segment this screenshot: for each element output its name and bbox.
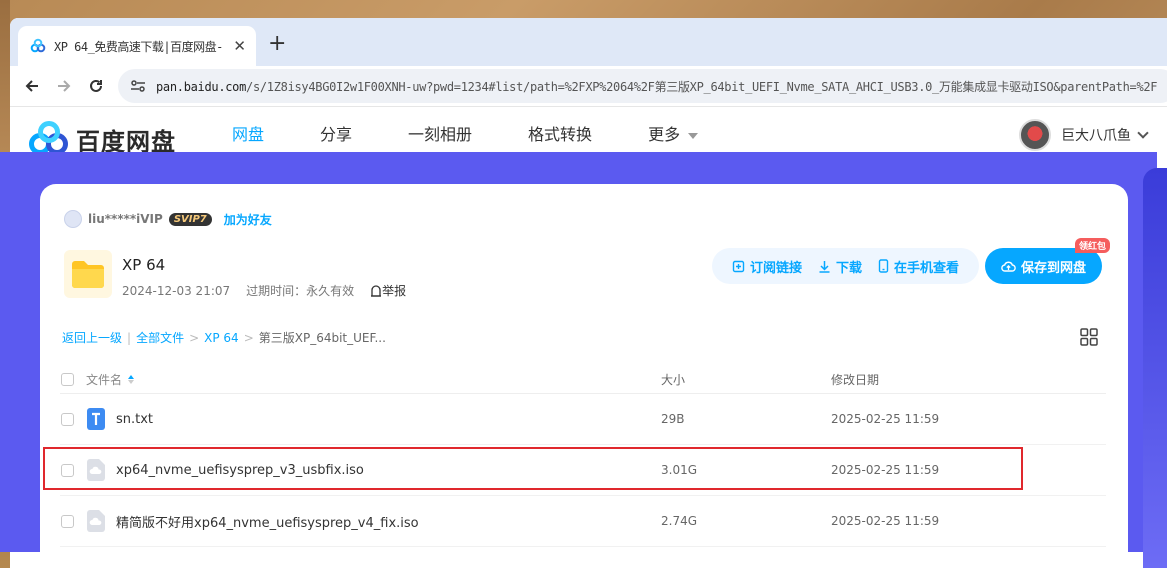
sharer-avatar: [64, 210, 82, 228]
share-actions: 订阅链接 下载 在手机查看 保存到网盘 领红包: [711, 238, 1110, 284]
breadcrumb: 返回上一级 | 全部文件 > XP 64 > 第三版XP_64bit_UEF..…: [62, 329, 386, 346]
breadcrumb-back[interactable]: 返回上一级: [62, 329, 122, 346]
table-row[interactable]: sn.txt 29B 2025-02-25 11:59: [60, 394, 1106, 445]
report-link[interactable]: 举报: [370, 282, 422, 299]
download-button[interactable]: 下载: [818, 257, 862, 276]
file-name[interactable]: 精简版不好用xp64_nvme_uefisysprep_v4_fix.iso: [116, 512, 419, 531]
file-size: 29B: [661, 412, 685, 426]
row-checkbox[interactable]: [61, 412, 74, 426]
header-size: 大小: [661, 373, 686, 387]
folder-title: XP 64: [122, 256, 166, 274]
folder-meta: 2024-12-03 21:07 过期时间：永久有效 举报: [122, 282, 438, 299]
add-friend-link[interactable]: 加为好友: [224, 211, 272, 228]
url-path: /s/1Z8isy4BG0I2w1F00XNH-uw?pwd=1234#list…: [246, 79, 1158, 94]
side-panel-edge: [1143, 168, 1167, 568]
folder-icon: [64, 250, 112, 298]
table-row[interactable]: 精简版不好用xp64_nvme_uefisysprep_v4_fix.iso 2…: [60, 496, 1106, 547]
breadcrumb-separator: >: [243, 330, 254, 345]
back-arrow-icon[interactable]: [16, 70, 48, 102]
tab-strip: XP 64_免费高速下载|百度网盘- ✕ +: [10, 18, 1167, 66]
url-host: pan.baidu.com: [156, 79, 247, 94]
chevron-down-icon: [1137, 127, 1149, 139]
nav-more-label: 更多: [648, 125, 681, 144]
download-icon: [818, 260, 831, 273]
shared-date: 2024-12-03 21:07: [122, 283, 231, 298]
subscribe-label: 订阅链接: [749, 260, 802, 276]
download-label: 下载: [835, 260, 862, 276]
header-name-col: 文件名: [60, 371, 661, 388]
select-all-checkbox[interactable]: [61, 373, 74, 386]
table-header: 文件名 大小 修改日期: [60, 366, 1106, 394]
browser-toolbar: pan.baidu.com/s/1Z8isy4BG0I2w1F00XNH-uw?…: [10, 66, 1167, 106]
save-label: 保存到网盘: [1020, 260, 1086, 276]
user-name: 巨大八爪鱼: [1061, 128, 1131, 144]
iso-file-icon: [86, 510, 106, 532]
tab-title: XP 64_免费高速下载|百度网盘-: [54, 39, 223, 54]
highlight-annotation-box: [43, 447, 1023, 490]
phone-view-label: 在手机查看: [893, 260, 959, 276]
sharer-name: liu*****iVIP: [88, 212, 163, 226]
row-checkbox[interactable]: [61, 514, 74, 528]
site-settings-icon[interactable]: [128, 76, 148, 96]
secondary-actions: 订阅链接 下载 在手机查看: [711, 248, 979, 284]
reload-icon[interactable]: [80, 70, 112, 102]
browser-tab[interactable]: XP 64_免费高速下载|百度网盘- ✕: [18, 26, 256, 66]
url-text: pan.baidu.com/s/1Z8isy4BG0I2w1F00XNH-uw?…: [156, 78, 1157, 95]
file-name-cell: sn.txt: [60, 408, 661, 430]
file-date: 2025-02-25 11:59: [831, 412, 940, 426]
expiry-text: 过期时间：永久有效: [246, 284, 355, 298]
forward-arrow-icon[interactable]: [48, 70, 80, 102]
cloud-upload-icon: [1001, 260, 1016, 273]
svip-badge: SVIP7: [168, 212, 212, 226]
sharer-info: liu*****iVIP SVIP7 加为好友: [64, 210, 272, 228]
file-size: 2.74G: [661, 514, 698, 528]
avatar[interactable]: [1019, 119, 1051, 151]
report-icon: [371, 284, 382, 297]
address-bar[interactable]: pan.baidu.com/s/1Z8isy4BG0I2w1F00XNH-uw?…: [118, 69, 1167, 103]
file-name[interactable]: sn.txt: [116, 412, 153, 427]
breadcrumb-current: 第三版XP_64bit_UEF...: [258, 331, 386, 345]
header-name[interactable]: 文件名: [86, 371, 122, 388]
subscribe-link-button[interactable]: 订阅链接: [732, 257, 802, 276]
new-tab-icon[interactable]: +: [268, 33, 286, 55]
view-on-phone-button[interactable]: 在手机查看: [878, 257, 959, 276]
file-name-cell: 精简版不好用xp64_nvme_uefisysprep_v4_fix.iso: [60, 510, 661, 532]
close-tab-icon[interactable]: ✕: [233, 37, 246, 55]
baidu-netdisk-favicon-icon: [30, 38, 46, 54]
breadcrumb-folder[interactable]: XP 64: [204, 331, 239, 345]
header-date: 修改日期: [831, 373, 880, 387]
phone-icon: [878, 259, 889, 273]
redpack-badge[interactable]: 领红包: [1074, 238, 1110, 253]
grid-view-icon[interactable]: [1080, 328, 1098, 350]
breadcrumb-separator: >: [189, 330, 200, 345]
share-card: liu*****iVIP SVIP7 加为好友 XP 64 2024-12-03…: [40, 184, 1128, 568]
report-label: 举报: [382, 284, 407, 298]
sort-icon[interactable]: [128, 375, 135, 384]
chevron-down-icon: [688, 132, 699, 139]
bookmark-icon: [732, 260, 745, 273]
txt-file-icon: [86, 408, 106, 430]
user-menu[interactable]: 巨大八爪鱼: [1019, 119, 1149, 151]
breadcrumb-divider: |: [127, 330, 132, 345]
breadcrumb-all-files[interactable]: 全部文件: [136, 329, 184, 346]
save-to-netdisk-button[interactable]: 保存到网盘 领红包: [984, 238, 1110, 284]
file-date: 2025-02-25 11:59: [831, 514, 940, 528]
